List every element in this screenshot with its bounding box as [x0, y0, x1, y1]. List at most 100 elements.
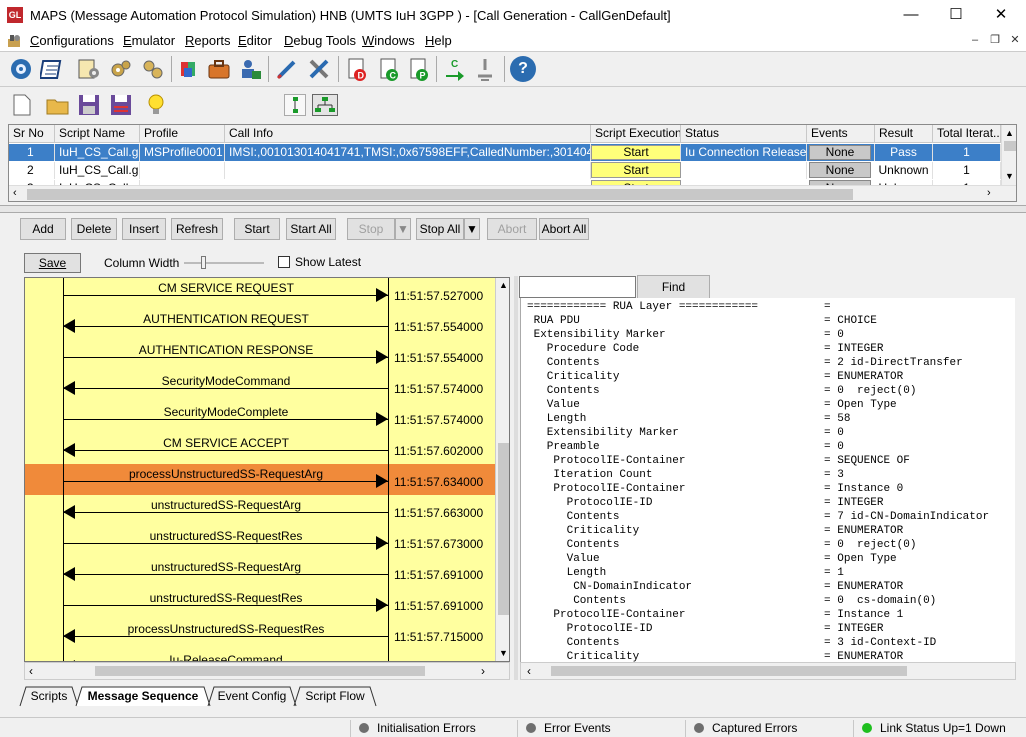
- sequence-message[interactable]: unstructuredSS-RequestRes 11:51:57.691000: [25, 588, 495, 619]
- start-script-button[interactable]: Start: [591, 162, 681, 178]
- mdi-close-button[interactable]: ✕: [1007, 33, 1023, 47]
- abort-button[interactable]: Abort: [487, 218, 537, 240]
- stop-button[interactable]: Stop: [347, 218, 395, 240]
- menu-configurations[interactable]: Configurations: [30, 33, 114, 48]
- events-button[interactable]: None: [809, 145, 871, 160]
- sequence-message[interactable]: AUTHENTICATION RESPONSE 11:51:57.554000: [25, 340, 495, 371]
- menu-editor[interactable]: Editor: [238, 33, 272, 48]
- scroll-thumb[interactable]: [27, 189, 853, 200]
- slider-thumb[interactable]: [201, 256, 206, 269]
- scroll-thumb[interactable]: [1004, 141, 1016, 151]
- column-header-events[interactable]: Events: [807, 125, 875, 143]
- help-icon[interactable]: ?: [510, 56, 536, 82]
- menu-reports[interactable]: Reports: [185, 33, 231, 48]
- column-header-call-info[interactable]: Call Info: [225, 125, 591, 143]
- table-row[interactable]: 1 IuH_CS_Call.gls MSProfile0001 IMSI:,00…: [9, 144, 1001, 161]
- toolbox-icon[interactable]: [206, 56, 232, 82]
- scroll-down-icon[interactable]: ▼: [1005, 171, 1014, 181]
- sequence-message[interactable]: unstructuredSS-RequestArg 11:51:57.663000: [25, 495, 495, 526]
- start-button[interactable]: Start: [234, 218, 280, 240]
- sequence-horizontal-scrollbar[interactable]: ‹ ›: [24, 662, 510, 680]
- status-link[interactable]: Link Status Up=1 Down: [853, 720, 1026, 737]
- scroll-thumb[interactable]: [551, 666, 907, 676]
- tab-message-sequence[interactable]: Message Sequence: [82, 686, 204, 708]
- new-file-icon[interactable]: [12, 94, 32, 116]
- sequence-vertical-scrollbar[interactable]: ▲ ▼: [495, 278, 509, 661]
- column-header-srno[interactable]: Sr No: [9, 125, 55, 143]
- scroll-thumb[interactable]: [95, 666, 425, 676]
- gear-pair-icon[interactable]: [108, 56, 134, 82]
- column-header-total-iterations[interactable]: Total Iterat...: [933, 125, 1001, 143]
- column-width-slider[interactable]: [184, 256, 264, 269]
- stop-all-dropdown-icon[interactable]: ▼: [464, 218, 480, 240]
- sequence-message[interactable]: unstructuredSS-RequestRes 11:51:57.673000: [25, 526, 495, 557]
- status-error-events[interactable]: Error Events: [517, 720, 682, 737]
- column-header-result[interactable]: Result: [875, 125, 933, 143]
- menu-debug-tools[interactable]: Debug Tools: [284, 33, 356, 48]
- menu-help[interactable]: Help: [425, 33, 452, 48]
- add-button[interactable]: Add: [20, 218, 66, 240]
- scroll-left-icon[interactable]: ‹: [13, 187, 17, 199]
- menu-windows[interactable]: Windows: [362, 33, 415, 48]
- sequence-message[interactable]: Iu-ReleaseCommand11:51:57.740000: [25, 650, 495, 661]
- scroll-up-icon[interactable]: ▲: [1005, 128, 1014, 138]
- tools-icon[interactable]: [306, 56, 332, 82]
- c-arrow-icon[interactable]: C: [442, 56, 468, 82]
- panel-splitter[interactable]: [514, 276, 518, 680]
- insert-button[interactable]: Insert: [122, 218, 166, 240]
- events-button[interactable]: None: [809, 162, 871, 178]
- scroll-left-icon[interactable]: ‹: [29, 664, 33, 678]
- save-icon[interactable]: [78, 94, 100, 116]
- maximize-button[interactable]: ☐: [933, 0, 979, 31]
- sequence-message[interactable]: AUTHENTICATION REQUEST 11:51:57.554000: [25, 309, 495, 340]
- save-as-icon[interactable]: [110, 94, 132, 116]
- hierarchy-icon[interactable]: [312, 94, 338, 116]
- scroll-thumb[interactable]: [498, 443, 509, 615]
- column-header-status[interactable]: Status: [681, 125, 807, 143]
- abort-all-button[interactable]: Abort All: [539, 218, 589, 240]
- doc-c-icon[interactable]: C: [376, 56, 402, 82]
- sequence-message[interactable]: CM SERVICE ACCEPT 11:51:57.602000: [25, 433, 495, 464]
- pen-icon[interactable]: [274, 56, 300, 82]
- start-script-button[interactable]: Start: [591, 145, 680, 160]
- mdi-restore-button[interactable]: ❐: [987, 33, 1003, 47]
- status-initialisation-errors[interactable]: Initialisation Errors: [350, 720, 515, 737]
- minimize-button[interactable]: —: [888, 0, 934, 31]
- configure-icon[interactable]: [8, 56, 34, 82]
- start-all-button[interactable]: Start All: [286, 218, 336, 240]
- tab-event-config[interactable]: Event Config: [214, 686, 290, 708]
- find-button[interactable]: Find: [637, 275, 710, 299]
- refresh-button[interactable]: Refresh: [171, 218, 223, 240]
- delete-button[interactable]: Delete: [71, 218, 117, 240]
- scroll-right-icon[interactable]: ›: [987, 187, 991, 199]
- doc-p-icon[interactable]: P: [406, 56, 432, 82]
- decode-horizontal-scrollbar[interactable]: ‹: [520, 662, 1016, 680]
- tree-icon[interactable]: [284, 94, 306, 116]
- grid-vertical-scrollbar[interactable]: ▲ ▼: [1001, 125, 1016, 185]
- sequence-message[interactable]: CM SERVICE REQUEST 11:51:57.527000: [25, 278, 495, 309]
- status-captured-errors[interactable]: Captured Errors: [685, 720, 850, 737]
- script-edit-icon[interactable]: [76, 56, 102, 82]
- sequence-message[interactable]: processUnstructuredSS-RequestRes 11:51:57…: [25, 619, 495, 650]
- scroll-down-icon[interactable]: ▼: [499, 648, 508, 658]
- tab-script-flow[interactable]: Script Flow: [300, 686, 370, 708]
- save-sequence-button[interactable]: Save: [24, 253, 81, 273]
- disconnect-icon[interactable]: [472, 56, 498, 82]
- user-lock-icon[interactable]: [238, 56, 264, 82]
- sequence-message[interactable]: unstructuredSS-RequestArg 11:51:57.691000: [25, 557, 495, 588]
- column-header-script-name[interactable]: Script Name: [55, 125, 140, 143]
- stop-all-button[interactable]: Stop All: [416, 218, 464, 240]
- sequence-message[interactable]: SecurityModeCommand 11:51:57.574000: [25, 371, 495, 402]
- database-icon[interactable]: [176, 56, 202, 82]
- doc-d-icon[interactable]: D: [344, 56, 370, 82]
- column-header-profile[interactable]: Profile: [140, 125, 225, 143]
- bulb-icon[interactable]: [146, 94, 166, 116]
- table-row[interactable]: 2 IuH_CS_Call.gls Start None Unknown 1: [9, 162, 1001, 179]
- scroll-left-icon[interactable]: ‹: [527, 664, 531, 678]
- notepad-icon[interactable]: [38, 56, 66, 82]
- grid-horizontal-scrollbar[interactable]: ‹ ›: [9, 185, 1016, 201]
- menu-emulator[interactable]: Emulator: [123, 33, 175, 48]
- sequence-message[interactable]: SecurityModeComplete 11:51:57.574000: [25, 402, 495, 433]
- tab-scripts[interactable]: Scripts: [26, 686, 72, 708]
- open-folder-icon[interactable]: [46, 94, 70, 116]
